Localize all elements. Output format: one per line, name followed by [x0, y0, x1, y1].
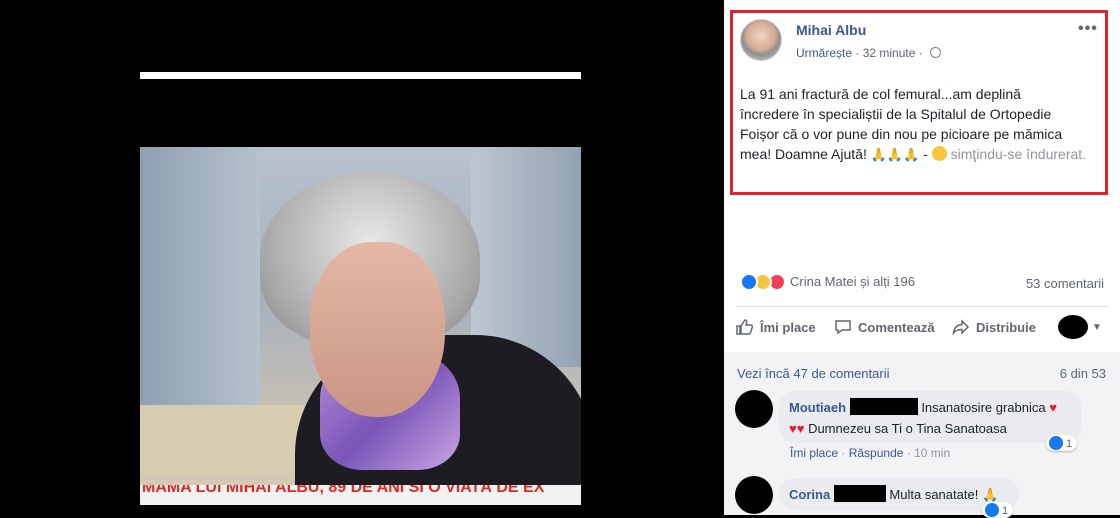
pray-emoji-icons: 🙏🙏🙏 — [870, 147, 920, 162]
comment-line-1: Moutiaeh Insanatosire grabnica ♥ — [789, 397, 1072, 418]
sad-face-emoji-icon — [931, 146, 947, 161]
post-text-line-1: La 91 ani fractură de col femural...am d… — [740, 86, 1021, 102]
comment-text-2: Dumnezeu sa Ti o Tina Sanatoasa — [808, 421, 1007, 436]
comment-reaction-badge[interactable]: 1 — [982, 502, 1014, 518]
comment-like-link[interactable]: Îmi place — [790, 446, 838, 460]
share-button[interactable]: Distribuie — [952, 319, 1036, 335]
post-time[interactable]: 32 minute — [863, 46, 916, 60]
author-name[interactable]: Mihai Albu — [796, 22, 866, 38]
feeling-text[interactable]: simţindu-se îndurerat. — [951, 146, 1086, 162]
feeling-separator: - — [923, 146, 928, 162]
post-text-line-4-text: mea! Doamne Ajută! — [740, 146, 867, 162]
post-text-line-2: încredere în specialiștii de la Spitalul… — [740, 106, 1052, 122]
action-bar: Îmi place Comentează Distribuie — [736, 316, 1111, 342]
redacted-avatar[interactable] — [1058, 315, 1088, 339]
photo-viewer: MAMA LUI MIHAI ALBU, 89 DE ANI SI O VIAT… — [0, 0, 724, 515]
heart-icon: ♥♥ — [789, 421, 805, 436]
redacted-name — [849, 398, 918, 415]
meta-dot: · — [855, 46, 863, 60]
thumbs-up-icon — [736, 319, 754, 335]
comment-line-2: ♥♥ Dumnezeu sa Ti o Tina Sanatoasa — [789, 418, 1072, 439]
comment-reaction-count: 1 — [1002, 505, 1009, 517]
like-button[interactable]: Îmi place — [736, 319, 816, 335]
meta-dot-2: · — [918, 46, 927, 60]
post-text-line-3: Foișor că o vor pune din nou pe picioare… — [740, 126, 1063, 142]
author-avatar[interactable] — [740, 19, 782, 61]
photo-background-building-right — [471, 147, 581, 367]
comment-time[interactable]: 10 min — [914, 446, 950, 460]
reaction-names[interactable]: Crina Matei și alți 196 — [790, 274, 915, 289]
follow-link[interactable]: Urmărește — [796, 46, 852, 60]
photo-background-building-left — [140, 147, 260, 407]
commenter-avatar[interactable] — [735, 476, 773, 514]
top-white-bar — [140, 72, 581, 79]
pray-emoji-icon: 🙏 — [981, 487, 999, 502]
photo-caption-banner: MAMA LUI MIHAI ALBU, 89 DE ANI SI O VIAT… — [140, 485, 581, 505]
comments-page-count: 6 din 53 — [1059, 366, 1106, 381]
view-more-comments-link[interactable]: Vezi încă 47 de comentarii — [737, 366, 889, 381]
post-text-line-4: mea! Doamne Ajută! 🙏🙏🙏 - simţindu-se înd… — [740, 144, 1100, 165]
comment-reply-link[interactable]: Răspunde — [849, 446, 904, 460]
photo-caption-text: MAMA LUI MIHAI ALBU, 89 DE ANI SI O VIAT… — [142, 485, 545, 496]
comment-text: Multa sanatate! — [889, 487, 979, 502]
comment-action-dot: · — [841, 446, 849, 460]
post-text: La 91 ani fractură de col femural...am d… — [740, 84, 1100, 165]
post-meta: Urmărește · 32 minute · — [796, 46, 942, 60]
comments-count-link[interactable]: 53 comentarii — [1026, 276, 1104, 291]
share-arrow-icon — [952, 319, 970, 335]
comment-bubble: Moutiaeh Insanatosire grabnica ♥ ♥♥ Dumn… — [779, 391, 1082, 443]
commenter-name[interactable]: Moutiaeh — [789, 400, 846, 415]
comment-button-label: Comentează — [858, 320, 935, 335]
comment-reaction-count: 1 — [1066, 438, 1073, 450]
share-button-label: Distribuie — [976, 320, 1036, 335]
more-options-icon[interactable]: ••• — [1078, 20, 1098, 38]
heart-icon: ♥ — [1049, 400, 1057, 415]
post-photo[interactable]: MAMA LUI MIHAI ALBU, 89 DE ANI SI O VIAT… — [140, 147, 581, 505]
like-reaction-icon — [740, 273, 758, 291]
like-reaction-icon — [1049, 436, 1063, 450]
post-side-panel: Mihai Albu Urmărește · 32 minute · ••• L… — [724, 0, 1120, 518]
speech-bubble-icon — [835, 320, 851, 335]
comment-button[interactable]: Comentează — [834, 319, 935, 335]
comment-reaction-badge[interactable]: 1 — [1046, 435, 1078, 451]
commenter-name[interactable]: Corina — [789, 487, 830, 502]
divider-top — [736, 306, 1108, 307]
redacted-name — [833, 485, 886, 502]
comment-actions: Îmi place · Răspunde · 10 min — [790, 446, 950, 460]
comments-section: Vezi încă 47 de comentarii 6 din 53 Mout… — [724, 352, 1120, 518]
comment-text-1: Insanatosire grabnica — [921, 400, 1046, 415]
commenter-avatar[interactable] — [735, 390, 773, 428]
like-button-label: Îmi place — [760, 320, 816, 335]
globe-icon — [930, 47, 942, 58]
chevron-down-icon[interactable]: ▼ — [1092, 322, 1102, 333]
photo-person-face — [310, 242, 445, 417]
